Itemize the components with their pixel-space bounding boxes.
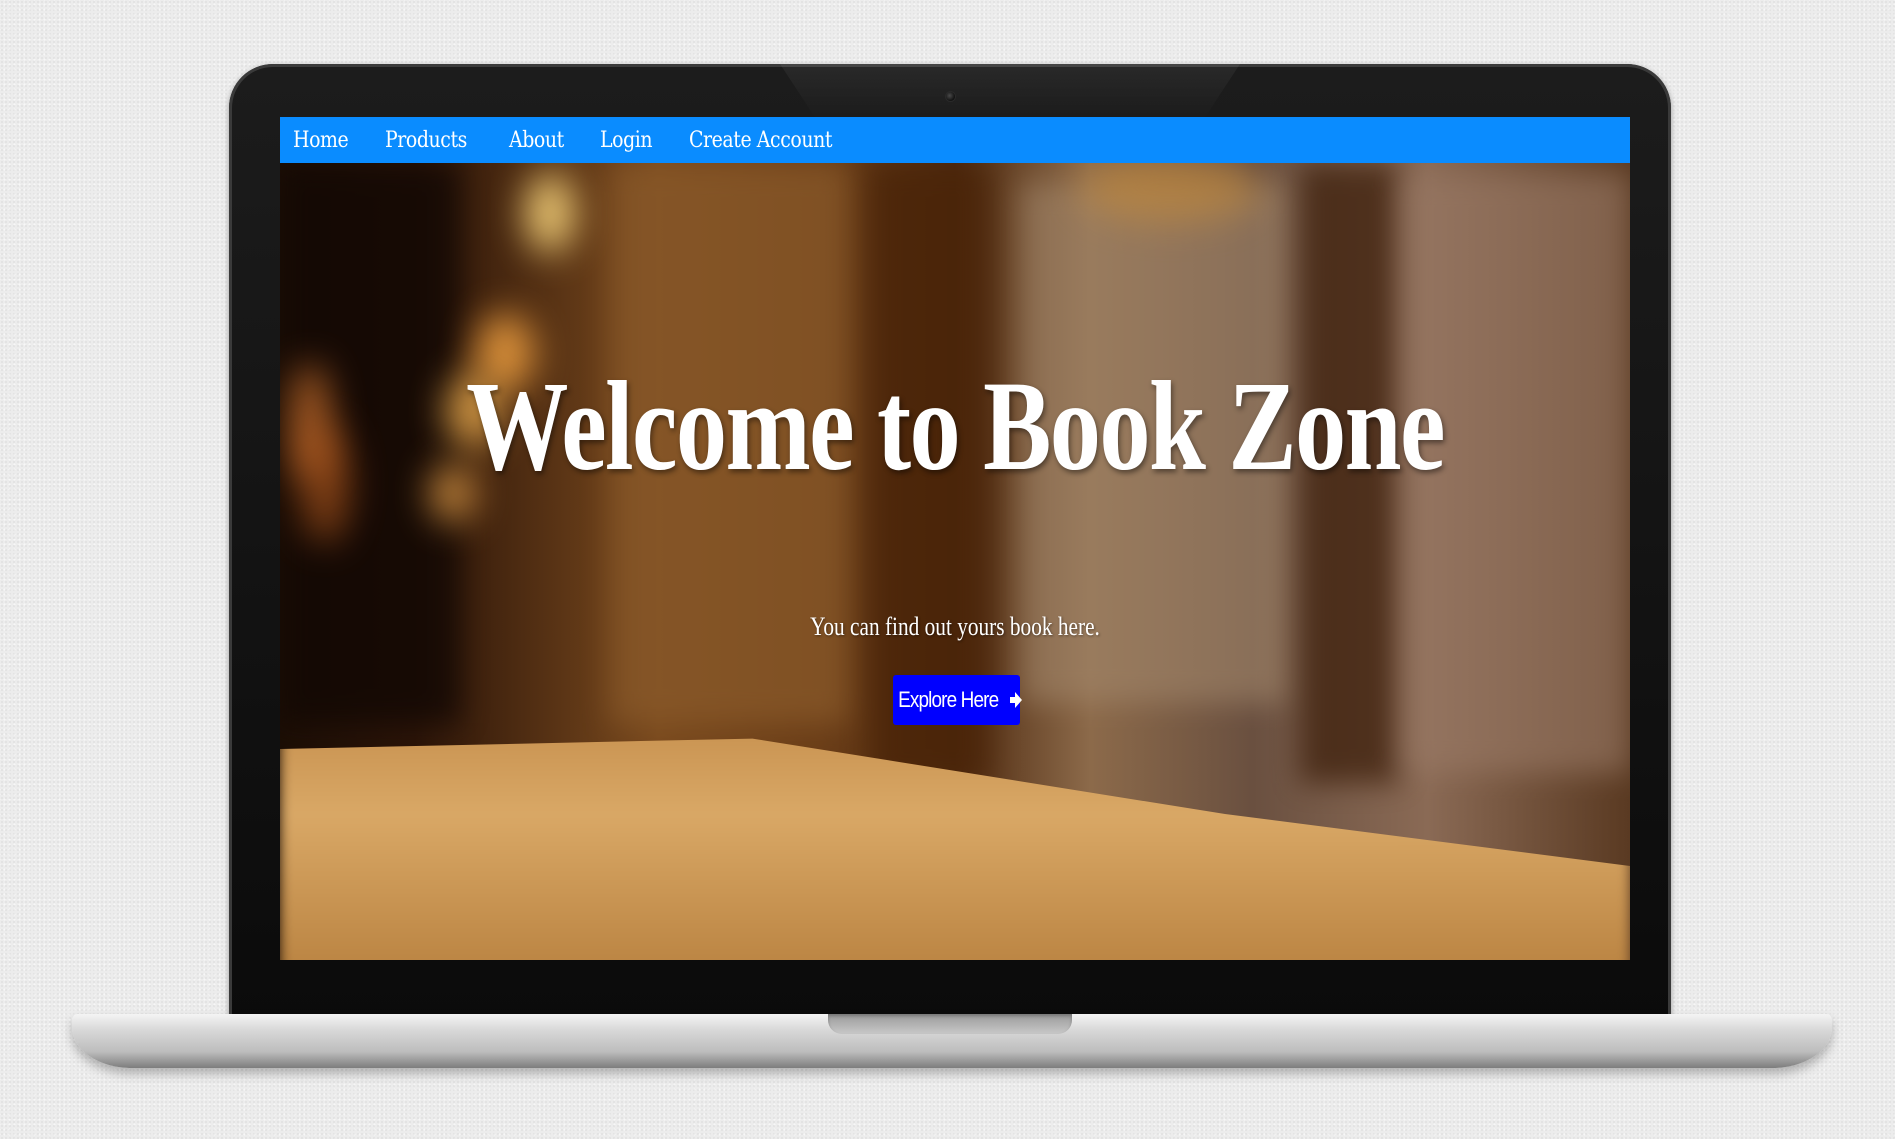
bokeh-light <box>525 173 575 253</box>
webcam-icon <box>946 92 955 101</box>
hero-title: Welcome to Book Zone <box>466 355 1445 497</box>
laptop-screen: Home Products About Login Create Account… <box>280 117 1630 960</box>
nav-link-login[interactable]: Login <box>600 128 653 153</box>
main-navbar: Home Products About Login Create Account <box>280 117 1630 163</box>
laptop-hinge-notch <box>828 1014 1072 1034</box>
arrow-right-icon <box>1009 690 1023 710</box>
nav-link-home[interactable]: Home <box>293 128 349 153</box>
explore-here-button[interactable]: Explore Here <box>893 675 1023 725</box>
nav-link-about[interactable]: About <box>509 128 564 153</box>
hero-background <box>280 163 1630 960</box>
nav-link-create-account[interactable]: Create Account <box>689 128 832 153</box>
hero-subtitle: You can find out yours book here. <box>810 612 1100 641</box>
bokeh-light <box>300 423 350 543</box>
nav-link-products[interactable]: Products <box>385 128 467 153</box>
explore-button-label: Explore Here <box>897 687 999 712</box>
